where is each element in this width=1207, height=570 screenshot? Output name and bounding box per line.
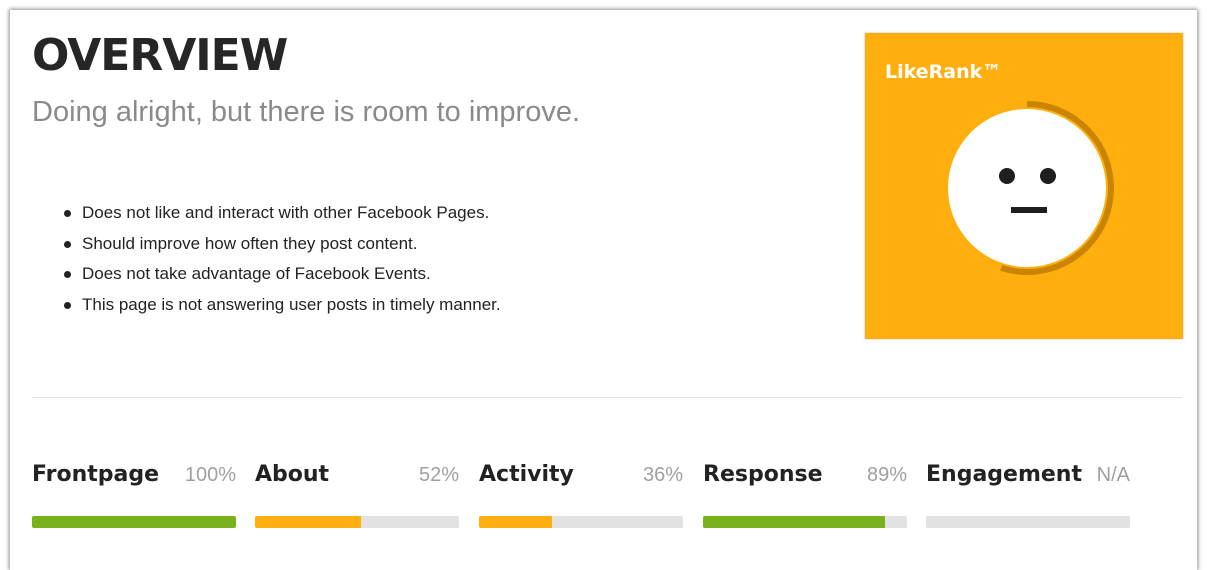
metric-value: N/A [1096,464,1130,486]
metric-frontpage: Frontpage 100% [32,462,236,532]
progress-track [703,516,907,528]
metric-value: 89% [866,464,907,486]
mouth [1011,207,1047,213]
progress-track [926,516,1130,528]
recommendation-list: Does not like and interact with other Fa… [62,198,501,320]
metric-value: 52% [418,464,459,486]
metric-label: Response [703,462,823,487]
likerank-title: LikeRank™ [885,61,1002,83]
likerank-card: LikeRank™ [865,33,1183,339]
metric-value: 100% [184,464,236,486]
progress-track [32,516,236,528]
likerank-gauge [948,101,1114,275]
progress-fill [255,516,362,528]
overview-panel: OVERVIEW Doing alright, but there is roo… [10,10,1197,570]
progress-track [255,516,459,528]
metric-label: About [255,462,330,487]
list-item: This page is not answering user posts in… [62,290,501,321]
metric-value: 36% [642,464,683,486]
progress-fill [479,516,553,528]
progress-track [479,516,683,528]
neutral-face-icon [948,109,1106,267]
metric-label: Engagement [926,462,1082,487]
list-item: Does not take advantage of Facebook Even… [62,259,501,290]
list-item: Does not like and interact with other Fa… [62,198,501,229]
list-item: Should improve how often they post conte… [62,229,501,260]
section-divider [32,397,1182,398]
left-eye [999,168,1015,184]
right-eye [1040,168,1056,184]
metric-engagement: Engagement N/A [926,462,1130,532]
page-subtitle: Doing alright, but there is room to impr… [32,96,581,128]
progress-fill [703,516,885,528]
metric-label: Frontpage [32,462,160,487]
metric-activity: Activity 36% [479,462,683,532]
page-title: OVERVIEW [32,30,288,81]
metric-about: About 52% [255,462,459,532]
progress-fill [32,516,236,528]
metric-label: Activity [479,462,574,487]
metric-response: Response 89% [703,462,907,532]
